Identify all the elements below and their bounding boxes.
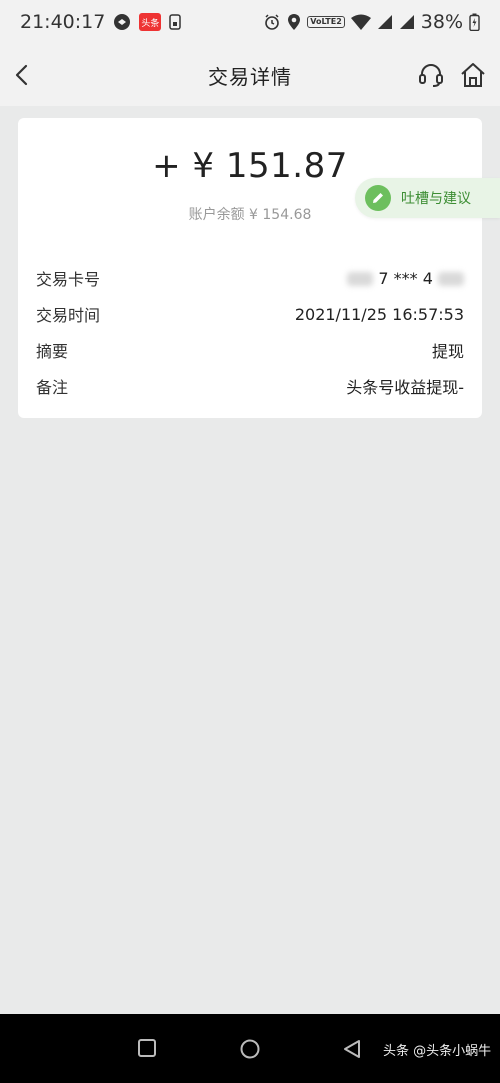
- app-header: 交易详情: [0, 44, 500, 106]
- home-nav-button[interactable]: [239, 1038, 261, 1064]
- row-label: 交易卡号: [36, 270, 101, 289]
- wifi-icon: [350, 14, 371, 30]
- status-bar: 21:40:17 头条 VoLTE2 38%: [0, 0, 500, 44]
- headset-icon: [419, 64, 443, 87]
- row-value: 提现: [431, 342, 464, 361]
- back-nav-button[interactable]: [342, 1038, 362, 1064]
- back-button[interactable]: [6, 59, 38, 91]
- detail-row-card-number: 交易卡号 7 *** 4: [36, 263, 464, 293]
- circle-icon: [240, 1039, 260, 1059]
- row-value: 头条号收益提现-: [346, 378, 464, 397]
- customer-service-button[interactable]: [414, 58, 448, 92]
- toutiao-app-icon: 头条: [139, 13, 162, 31]
- battery-charging-icon: [469, 13, 480, 31]
- row-label: 交易时间: [36, 306, 101, 325]
- row-label: 备注: [36, 378, 69, 397]
- redacted-mask: [347, 272, 374, 286]
- battery-percent: 38%: [420, 11, 463, 33]
- page-title: 交易详情: [208, 64, 292, 89]
- home-icon: [461, 63, 485, 87]
- row-value: 2021/11/25 16:57:53: [294, 304, 464, 324]
- signal-2-icon: [399, 14, 415, 30]
- feedback-label: 吐槽与建议: [401, 191, 471, 207]
- location-icon: [287, 13, 301, 31]
- transaction-card: + ¥ 151.87 账户余额 ¥ 154.68 交易卡号 7 *** 4 交易…: [18, 118, 482, 418]
- redacted-mask: [438, 272, 464, 286]
- signal-icon: [377, 14, 393, 30]
- detail-row-note: 备注 头条号收益提现-: [36, 371, 464, 401]
- detail-row-summary: 摘要 提现: [36, 335, 464, 365]
- square-icon: [138, 1039, 156, 1057]
- status-time: 21:40:17: [20, 11, 106, 33]
- feedback-button[interactable]: 吐槽与建议: [355, 178, 500, 218]
- alarm-icon: [263, 13, 281, 31]
- card-number-value: 7 *** 4: [347, 269, 464, 288]
- detail-row-time: 交易时间 2021/11/25 16:57:53: [36, 299, 464, 329]
- sim-icon: [169, 14, 182, 30]
- row-label: 摘要: [36, 342, 69, 361]
- notification-bird-icon: [113, 13, 131, 31]
- recents-button[interactable]: [137, 1038, 157, 1062]
- watermark: 头条 @头条小蜗牛: [383, 1044, 492, 1059]
- home-button[interactable]: [456, 58, 490, 92]
- system-nav-bar: 头条 @头条小蜗牛: [0, 1014, 500, 1083]
- pencil-icon: [365, 185, 391, 211]
- volte-badge: VoLTE2: [307, 16, 345, 28]
- triangle-back-icon: [344, 1040, 360, 1058]
- back-arrow-icon: [15, 64, 28, 86]
